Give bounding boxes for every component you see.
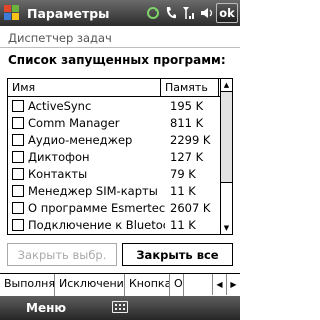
vertical-scrollbar[interactable]: ▲ ▼ [220,79,232,234]
list-item[interactable]: О программе Esmertec Jbed 2607 K [8,199,232,216]
tab-button[interactable]: Кнопка [125,274,170,296]
list-item[interactable]: Подключение к Bluetooth 11 K [8,216,232,233]
row-checkbox[interactable] [12,184,24,197]
scroll-up-icon[interactable]: ▲ [221,79,232,91]
process-name: Аудио-менеджер [28,132,133,147]
process-name: Подключение к Bluetooth [28,217,165,232]
menu-soft-key[interactable]: Меню [26,301,66,315]
process-name: Контакты [28,166,88,181]
list-item[interactable]: Аудио-менеджер 2299 K [8,131,232,148]
sync-icon[interactable] [145,5,160,21]
list-item[interactable]: Диктофон 127 K [8,148,232,165]
signal-icon[interactable] [181,5,196,21]
row-checkbox[interactable] [12,167,24,180]
process-memory: 2607 K [170,200,211,215]
column-header-name[interactable]: Имя [8,79,161,96]
row-checkbox[interactable] [12,99,24,112]
section-label: Список запущенных программ: [8,53,226,67]
close-all-button[interactable]: Закрыть все [122,243,233,266]
row-checkbox[interactable] [12,150,24,163]
tab-scroll-arrows: ◀ ▶ [212,274,240,295]
page-subtitle: Диспетчер задач [0,26,240,48]
tab-left-icon[interactable]: ◀ [212,274,226,295]
process-memory: 11 K [170,217,196,232]
process-memory: 2299 K [170,132,211,147]
process-memory: 127 K [170,149,204,164]
close-selected-button[interactable]: Закрыть выбр. [7,243,117,266]
app-title: Параметры [27,5,110,21]
process-name: Менеджер SIM-карты [28,183,158,198]
ok-button[interactable]: ok [216,3,238,23]
process-name: Диктофон [28,149,90,164]
list-item[interactable]: Comm Manager 811 K [8,114,232,131]
process-list[interactable]: Имя Память ActiveSync 195 K Comm Manager 81… [7,78,233,235]
start-button[interactable] [0,0,24,26]
list-item[interactable]: Менеджер SIM-карты 11 K [8,182,232,199]
process-name: Comm Manager [28,115,120,130]
soft-key-bar: Меню [0,296,240,320]
tab-running[interactable]: Выполнятся [0,274,55,296]
tab-strip: Выполнятся Исключения Кнопка Опции ◀ ▶ [0,273,240,296]
phone-icon[interactable] [163,5,178,21]
speaker-icon[interactable] [199,5,214,21]
row-checkbox[interactable] [12,133,24,146]
tab-options[interactable]: Опции [170,274,184,296]
windows-start-icon [4,5,20,21]
process-memory: 195 K [170,98,204,113]
process-name: О программе Esmertec Jbed [28,200,165,215]
row-checkbox[interactable] [12,116,24,129]
tab-right-icon[interactable]: ▶ [226,274,240,295]
row-checkbox[interactable] [12,201,24,214]
row-checkbox[interactable] [12,218,24,231]
scroll-thumb[interactable] [221,91,232,183]
system-tray [145,5,214,21]
list-body: ActiveSync 195 K Comm Manager 811 K Аудио-ме… [8,97,232,233]
process-memory: 79 K [170,166,196,181]
process-memory: 811 K [170,115,204,130]
scroll-down-icon[interactable]: ▼ [221,222,232,234]
list-header: Имя Память [8,79,232,97]
list-item[interactable]: Контакты 79 K [8,165,232,182]
process-memory: 11 K [170,183,196,198]
list-item[interactable]: ActiveSync 195 K [8,97,232,114]
keyboard-icon[interactable] [112,301,128,313]
process-name: ActiveSync [28,98,92,113]
title-bar: Параметры ok [0,0,240,26]
column-header-memory[interactable]: Память [161,79,219,96]
tab-exceptions[interactable]: Исключения [55,274,125,296]
